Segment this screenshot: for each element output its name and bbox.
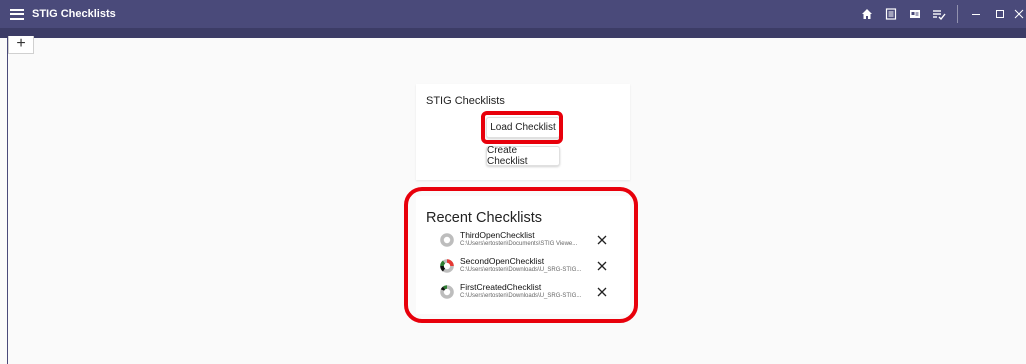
title-bar: STIG Checklists (0, 0, 1026, 28)
app-window: STIG Checklists + STIG Checklists Load C… (0, 0, 1026, 364)
home-icon[interactable] (855, 2, 879, 26)
title-bar-divider (957, 5, 958, 23)
checklist-icon[interactable] (927, 2, 951, 26)
recent-checklists-highlight (404, 187, 638, 323)
title-bar-actions (855, 0, 1026, 28)
card-title: STIG Checklists (426, 95, 505, 107)
minimize-icon[interactable] (964, 2, 988, 26)
left-border (7, 38, 8, 364)
document-icon[interactable] (879, 2, 903, 26)
hamburger-menu-icon[interactable] (10, 8, 24, 20)
app-title: STIG Checklists (32, 8, 116, 20)
add-tab-button[interactable]: + (8, 36, 34, 54)
tab-bar (0, 28, 1026, 38)
create-checklist-button[interactable]: Create Checklist (486, 145, 560, 167)
maximize-icon[interactable] (988, 2, 1012, 26)
load-button-highlight (481, 111, 563, 144)
close-icon[interactable] (1012, 2, 1026, 26)
id-card-icon[interactable] (903, 2, 927, 26)
